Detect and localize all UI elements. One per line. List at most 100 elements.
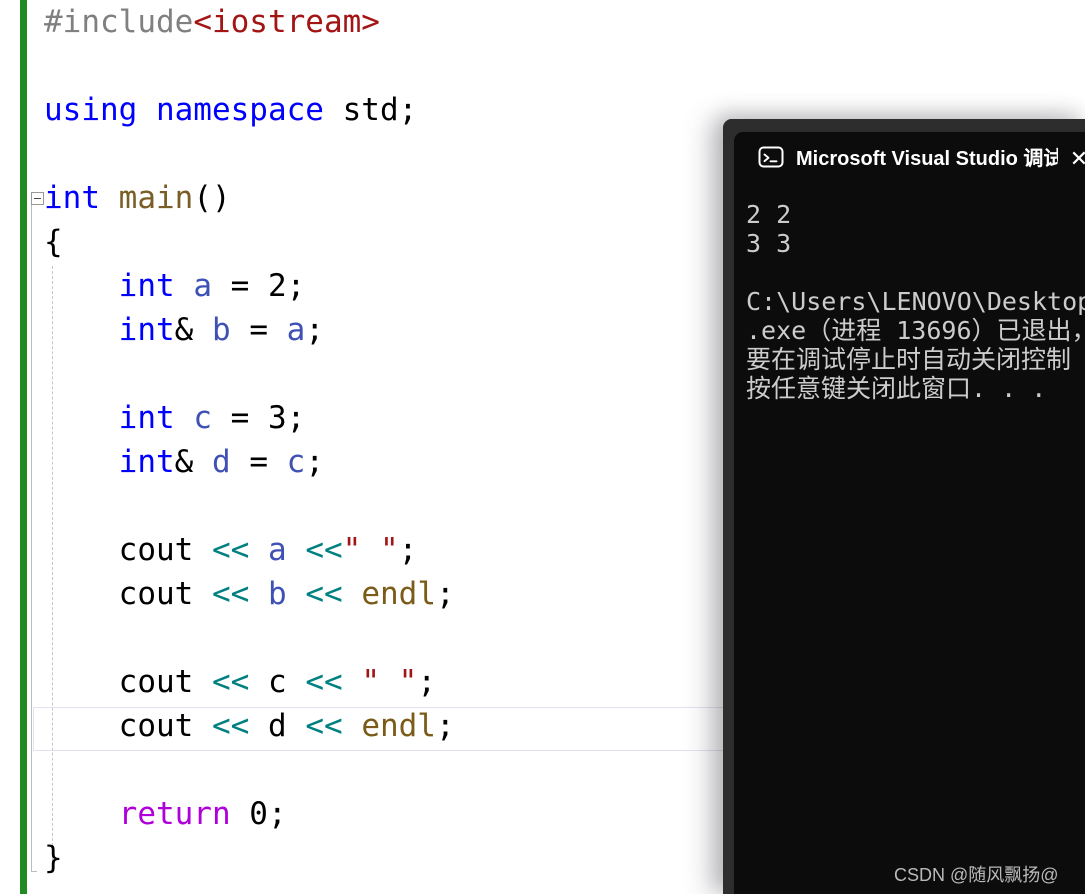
console-output-line: 2 2 — [746, 200, 792, 229]
code-token: ; — [305, 444, 324, 480]
code-token: ; — [398, 532, 418, 568]
code-token: #include — [44, 4, 194, 40]
code-token: int — [44, 400, 175, 436]
code-token: cout — [44, 532, 212, 568]
code-token: << — [211, 532, 250, 568]
code-token: int — [44, 180, 119, 216]
code-token: & — [174, 312, 212, 348]
code-token: b — [211, 312, 231, 348]
code-token: << — [211, 576, 250, 612]
code-text-area[interactable]: #include<iostream> using namespace std; … — [44, 0, 455, 880]
console-output-line: 要在调试停止时自动关闭控制 — [746, 345, 1072, 374]
code-line: int a = 2; — [44, 264, 455, 308]
code-token: cout — [44, 708, 212, 744]
code-token: { — [44, 224, 63, 260]
gutter-separator-line — [31, 196, 32, 872]
console-output-line: 按任意键关闭此窗口. . . — [746, 374, 1047, 403]
code-token: = — [230, 444, 287, 480]
code-token: ; — [305, 312, 324, 348]
code-token: int — [44, 312, 175, 348]
code-line: cout << b << endl; — [44, 572, 455, 616]
code-line: return 0; — [44, 792, 455, 836]
console-output-line: C:\Users\LENOVO\Desktop\比 — [746, 287, 1085, 316]
code-token: " " — [342, 532, 399, 568]
code-line: int main() — [44, 176, 455, 220]
code-token: () — [193, 180, 231, 216]
code-line: #include<iostream> — [44, 0, 455, 44]
code-line: using namespace std; — [44, 88, 455, 132]
code-token: cout — [44, 576, 212, 612]
code-line: cout << d << endl; — [44, 704, 455, 748]
code-token: = 3; — [212, 400, 306, 436]
code-token: } — [44, 840, 63, 876]
code-token: endl — [361, 576, 436, 612]
code-line: int& d = c; — [44, 440, 455, 484]
csdn-watermark: CSDN @随风飘扬@ — [894, 865, 1059, 885]
console-window-title: Microsoft Visual Studio 调试控 — [796, 148, 1058, 170]
close-icon[interactable]: ✕ — [1066, 146, 1085, 172]
console-output-line: .exe（进程 13696）已退出， — [746, 316, 1085, 345]
code-line: cout << a <<" "; — [44, 528, 455, 572]
code-token: std; — [342, 92, 418, 128]
code-token: = 2; — [212, 268, 306, 304]
code-token: a — [193, 268, 212, 304]
code-token: c — [193, 400, 212, 436]
code-token: c — [286, 444, 306, 480]
code-token: << — [211, 664, 250, 700]
console-window-titlebar[interactable] — [723, 119, 1085, 132]
code-token: a — [286, 312, 306, 348]
code-token: ; — [435, 576, 455, 612]
console-output-text: 2 23 3 C:\Users\LENOVO\Desktop\比.exe（进程 … — [746, 200, 1085, 403]
code-token: << — [305, 532, 343, 568]
code-token: b — [267, 576, 287, 612]
code-line: cout << c << " "; — [44, 660, 455, 704]
code-token: << — [305, 664, 343, 700]
code-token: main — [118, 180, 194, 216]
code-token: 0; — [230, 796, 287, 832]
code-token: <iostream> — [193, 4, 380, 40]
code-token: endl — [361, 708, 436, 744]
code-token: = — [230, 312, 287, 348]
code-line: { — [44, 220, 455, 264]
cmd-prompt-icon — [758, 145, 784, 171]
code-token: d — [211, 444, 231, 480]
code-token: cout — [44, 664, 212, 700]
console-window[interactable]: Microsoft Visual Studio 调试控 ✕ 2 23 3 C:\… — [723, 119, 1085, 894]
console-window-body[interactable]: Microsoft Visual Studio 调试控 ✕ 2 23 3 C:\… — [734, 132, 1085, 894]
change-bar-indicator — [20, 0, 27, 894]
code-token: c — [249, 664, 306, 700]
code-token: ; — [417, 664, 436, 700]
code-token: d — [249, 708, 306, 744]
code-token: int — [44, 268, 175, 304]
fold-collapse-icon[interactable] — [31, 192, 44, 205]
code-line: int c = 3; — [44, 396, 455, 440]
code-line: } — [44, 836, 455, 880]
code-token: int — [44, 444, 175, 480]
code-token: a — [267, 532, 287, 568]
gutter-separator-foot — [31, 871, 37, 872]
console-tab-row[interactable]: Microsoft Visual Studio 调试控 ✕ — [734, 132, 1085, 184]
code-token: ; — [435, 708, 455, 744]
console-output-line: 3 3 — [746, 229, 792, 258]
code-token: << — [211, 708, 250, 744]
code-token: using namespace — [44, 92, 343, 128]
code-token: return — [44, 796, 231, 832]
code-token: << — [305, 576, 343, 612]
code-token: << — [305, 708, 343, 744]
